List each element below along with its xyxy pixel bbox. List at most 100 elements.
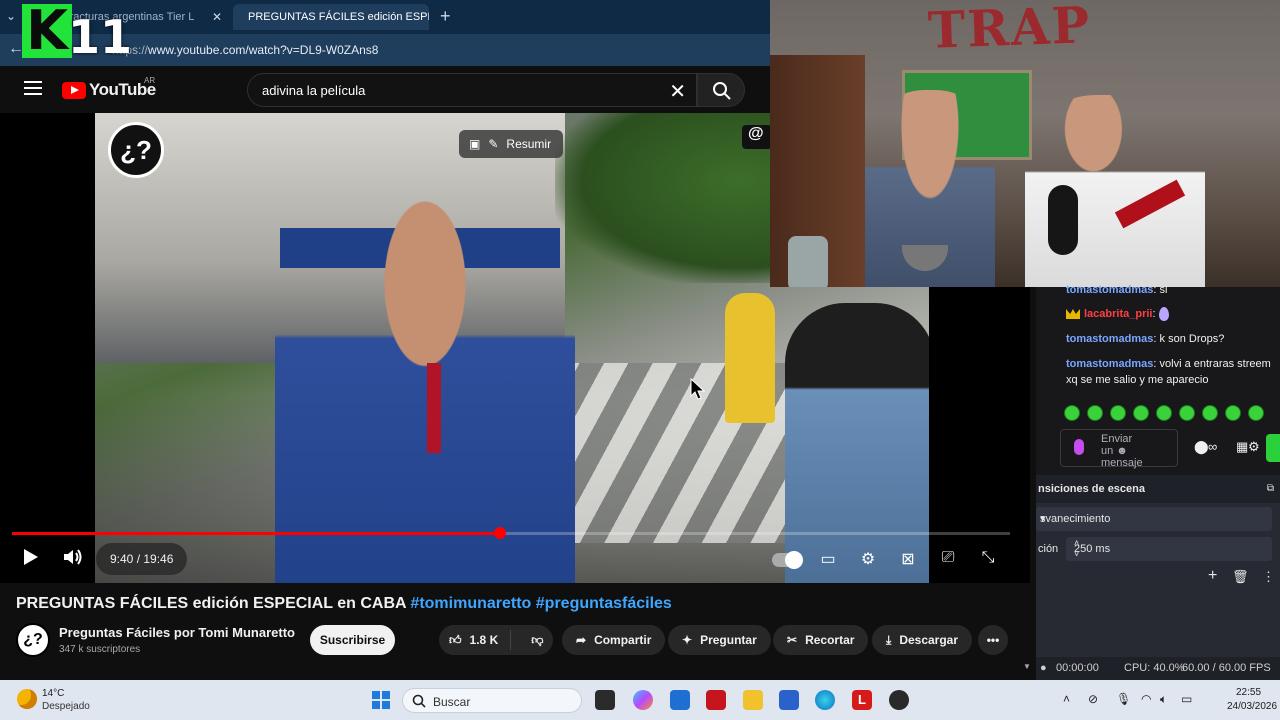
spin-arrows-icon[interactable]: ˄ ˅ — [1074, 538, 1266, 560]
youtube-logo[interactable]: YouTube AR — [62, 76, 156, 100]
tab-close-icon[interactable]: ✕ — [212, 10, 222, 24]
progress-scrubber[interactable] — [494, 527, 507, 539]
start-button[interactable] — [372, 691, 390, 709]
youtube-play-logo-icon — [62, 81, 86, 99]
weather-temperature[interactable]: 14°C — [42, 688, 64, 699]
url-path: www.youtube.com/watch?v=DL9-W0ZAns8 — [148, 43, 379, 57]
voice-mic-icon[interactable] — [1074, 439, 1084, 455]
thumbs-down-icon: 👎︎ — [531, 632, 544, 647]
launcher-l-icon[interactable]: L — [852, 690, 872, 710]
emote-icon[interactable] — [1225, 405, 1241, 421]
store-icon[interactable]: ▦ — [1236, 439, 1248, 455]
progress-bar[interactable] — [12, 527, 1010, 539]
weather-moon-icon[interactable] — [17, 689, 37, 709]
weather-description[interactable]: Despejado — [42, 701, 90, 712]
clock-date[interactable]: 24/03/2026 — [1227, 701, 1277, 712]
copilot-icon[interactable] — [633, 690, 653, 710]
like-button[interactable]: 👍︎ 1.8 K — [439, 630, 512, 650]
emote-icon[interactable] — [1248, 405, 1264, 421]
video-hashtags[interactable]: #tomimunaretto #preguntasfáciles — [410, 595, 671, 612]
transition-select[interactable]: svanecimiento ▾ — [1036, 507, 1272, 531]
obs-panel-title: nsiciones de escena — [1038, 483, 1145, 495]
outlook-icon[interactable] — [779, 690, 799, 710]
chat-placeholder-line3: mensaje — [1101, 457, 1143, 469]
chat-text: : k son Drops? — [1153, 333, 1225, 345]
tab-search-chevron-icon[interactable]: ⌄ — [6, 9, 16, 23]
microphone — [1048, 185, 1078, 255]
more-vertical-icon[interactable]: ⋮ — [1262, 569, 1275, 585]
volume-tray-icon[interactable]: 🔈︎ — [1160, 692, 1167, 707]
clip-button[interactable]: ✂ Recortar — [773, 625, 869, 655]
settings-gear-icon[interactable]: ⚙ — [855, 549, 881, 571]
theater-mode-icon[interactable]: ⊠ — [895, 549, 921, 571]
channel-avatar[interactable]: ¿? — [16, 623, 50, 657]
duration-spinbox[interactable]: 250 ms ˄ ˅ — [1066, 537, 1272, 561]
download-button[interactable]: ⤓ Descargar — [872, 625, 973, 655]
undock-icon[interactable]: ⧉ — [1267, 483, 1274, 494]
menu-icon[interactable] — [24, 81, 42, 99]
clock-time[interactable]: 22:55 — [1236, 687, 1261, 698]
chat-username[interactable]: tomastomadmas — [1066, 333, 1153, 345]
stream-logo-k: K — [22, 4, 72, 58]
tray-app-icon[interactable]: ⊘ — [1088, 692, 1098, 706]
chat-username[interactable]: tomastomadmas — [1066, 284, 1153, 296]
summarize-button[interactable]: ▣ ✎ Resumir — [459, 130, 564, 158]
battery-icon[interactable]: ▭ — [1181, 692, 1192, 706]
channel-name[interactable]: Preguntas Fáciles por Tomi Munaretto — [59, 625, 295, 640]
chat-username[interactable]: tomastomadmas — [1066, 358, 1153, 370]
autoplay-toggle[interactable] — [772, 551, 803, 569]
video-woman — [785, 303, 929, 583]
add-icon[interactable]: + — [1208, 567, 1217, 585]
obs-app-icon[interactable] — [889, 690, 909, 710]
delete-icon[interactable]: 🗑︎ — [1232, 569, 1249, 585]
emote-icon[interactable] — [1087, 405, 1103, 421]
share-button[interactable]: ➦ Compartir — [562, 625, 666, 655]
emote-icon[interactable] — [1179, 405, 1195, 421]
subtitles-icon[interactable]: ▭ — [815, 549, 841, 571]
emote-icon[interactable] — [1202, 405, 1218, 421]
clear-icon[interactable]: ✕ — [669, 79, 686, 104]
fullscreen-icon[interactable]: ⤡ — [975, 549, 1001, 571]
antivirus-icon[interactable] — [706, 690, 726, 710]
ask-button[interactable]: ✦ Preguntar — [668, 625, 771, 655]
subscribe-button[interactable]: Suscribirse — [310, 625, 395, 655]
channel-points-icon[interactable]: ⬤ — [1194, 439, 1209, 455]
search-box[interactable]: adivina la película ✕ — [247, 73, 697, 107]
taskbar-search[interactable]: Buscar — [402, 688, 582, 713]
dislike-button[interactable]: 👎︎ — [519, 633, 543, 648]
channel-watermark[interactable]: ¿? — [108, 122, 164, 178]
emote-icon[interactable] — [1110, 405, 1126, 421]
emote-icon[interactable] — [1064, 405, 1080, 421]
cast-icon[interactable]: ⎚ — [935, 549, 961, 571]
crown-badge-icon — [1066, 309, 1080, 319]
store-app-icon[interactable] — [670, 690, 690, 710]
emote-icon[interactable] — [1133, 405, 1149, 421]
chat-send-button[interactable] — [1266, 434, 1280, 462]
chat-settings-icon[interactable]: ⚙ — [1248, 439, 1260, 455]
more-actions-button[interactable]: ••• — [978, 625, 1008, 655]
edge-browser-icon[interactable] — [815, 690, 835, 710]
show-hidden-icons-icon[interactable]: ˄ — [1063, 692, 1070, 706]
share-label: Compartir — [594, 633, 652, 647]
play-icon[interactable] — [22, 547, 40, 567]
chat-message: tomastomadmas: k son Drops? — [1066, 331, 1276, 347]
search-button[interactable] — [697, 73, 745, 107]
new-tab-icon[interactable]: + — [440, 6, 451, 27]
browser-tab-active[interactable]: PREGUNTAS FÁCILES edición ESPEC ✕ — [233, 4, 429, 30]
chat-username[interactable]: lacabrita_prii — [1084, 308, 1152, 320]
url-field[interactable]: https://www.youtube.com/watch?v=DL9-W0ZA… — [112, 43, 378, 57]
task-view-icon[interactable] — [595, 690, 615, 710]
search-input[interactable]: adivina la película — [262, 83, 365, 98]
dropdown-arrow-icon: ▾ — [1040, 513, 1046, 525]
wifi-icon[interactable]: ◠ — [1141, 692, 1151, 706]
record-indicator-icon: ● — [1040, 662, 1047, 674]
emote-icon[interactable] — [1156, 405, 1172, 421]
chat-placeholder-line1: Enviar — [1101, 433, 1133, 445]
search-icon — [713, 82, 731, 100]
mouse-cursor-icon — [690, 378, 706, 400]
country-code: AR — [144, 76, 156, 85]
microphone-tray-icon[interactable]: 🎙︎ — [1116, 692, 1131, 706]
file-explorer-icon[interactable] — [743, 690, 763, 710]
volume-icon[interactable] — [62, 547, 84, 567]
scroll-down-arrow-icon[interactable]: ▼ — [1023, 662, 1031, 671]
